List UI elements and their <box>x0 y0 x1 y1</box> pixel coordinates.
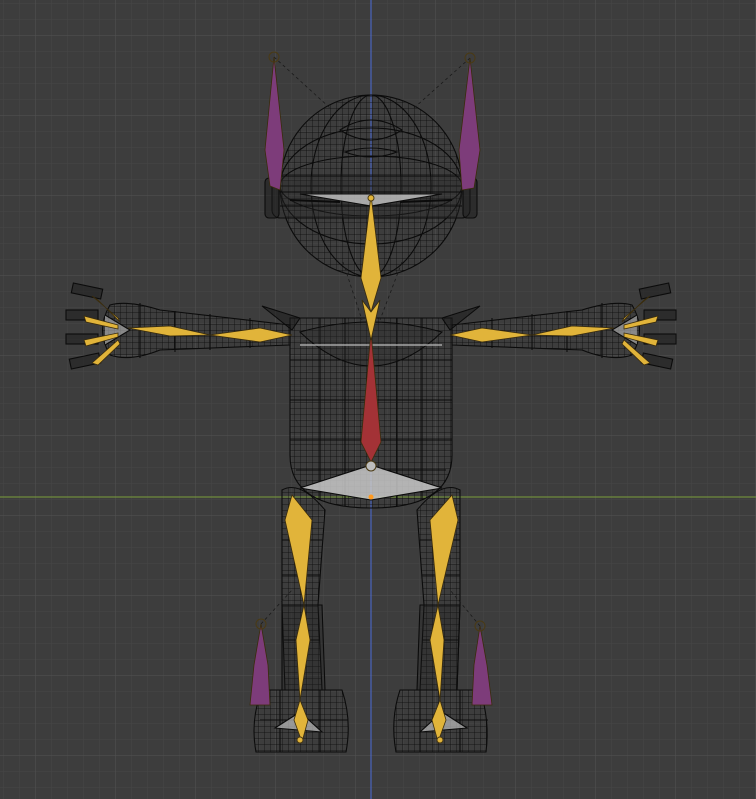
3d-viewport[interactable] <box>0 0 756 799</box>
